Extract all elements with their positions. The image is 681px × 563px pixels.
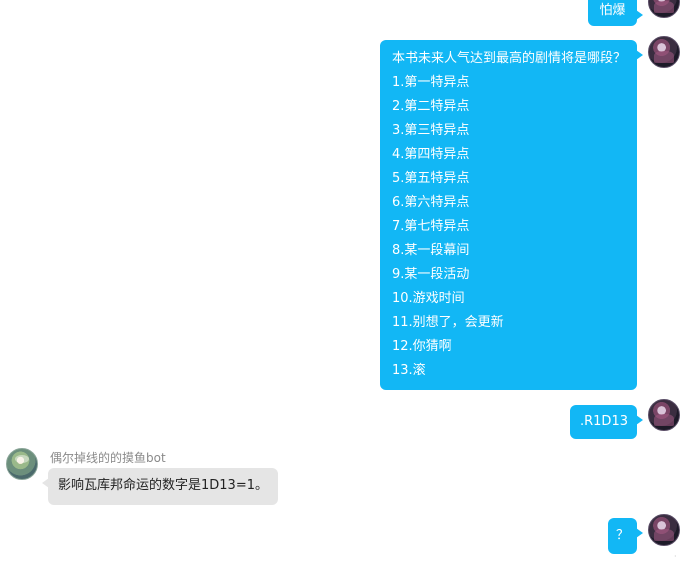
user-avatar-icon[interactable] [648,399,680,431]
message-text: ？ [615,528,629,543]
poll-option: 8.某一段幕间 [392,243,470,258]
poll-title: 本书未来人气达到最高的剧情将是哪段？ [392,51,627,66]
outgoing-message-bubble[interactable]: .R1D13 [570,405,643,439]
user-avatar-icon[interactable] [648,36,680,68]
outgoing-message-bubble[interactable]: ？ [608,518,643,554]
sender-name: 偶尔掉线的的摸鱼bot [50,451,166,465]
poll-option: 4.第四特异点 [392,147,470,162]
bot-avatar-icon[interactable] [6,448,38,480]
poll-option: 6.第六特异点 [392,195,470,210]
poll-option: 11.别想了，会更新 [392,315,504,330]
message-text: .R1D13 [580,414,628,429]
message-text: 怕爆 [599,3,626,18]
user-avatar-icon[interactable] [648,0,680,18]
resize-grip-icon: · [674,552,677,561]
poll-option: 2.第二特异点 [392,99,470,114]
poll-option: 5.第五特异点 [392,171,470,186]
poll-option: 3.第三特异点 [392,123,470,138]
user-avatar-icon[interactable] [648,514,680,546]
outgoing-message-bubble[interactable]: 怕爆 [588,0,643,26]
poll-option: 13.滚 [392,363,426,378]
poll-option: 7.第七特异点 [392,219,470,234]
poll-message-bubble[interactable]: 本书未来人气达到最高的剧情将是哪段？ 1.第一特异点 2.第二特异点 3.第三特… [380,40,643,390]
poll-option: 10.游戏时间 [392,291,465,306]
incoming-message-bubble[interactable]: 影响瓦库邦命运的数字是1D13=1。 [42,468,278,505]
poll-option: 9.某一段活动 [392,267,470,282]
poll-option: 12.你猜啊 [392,339,452,354]
poll-option: 1.第一特异点 [392,75,470,90]
message-text: 影响瓦库邦命运的数字是1D13=1。 [58,478,268,493]
